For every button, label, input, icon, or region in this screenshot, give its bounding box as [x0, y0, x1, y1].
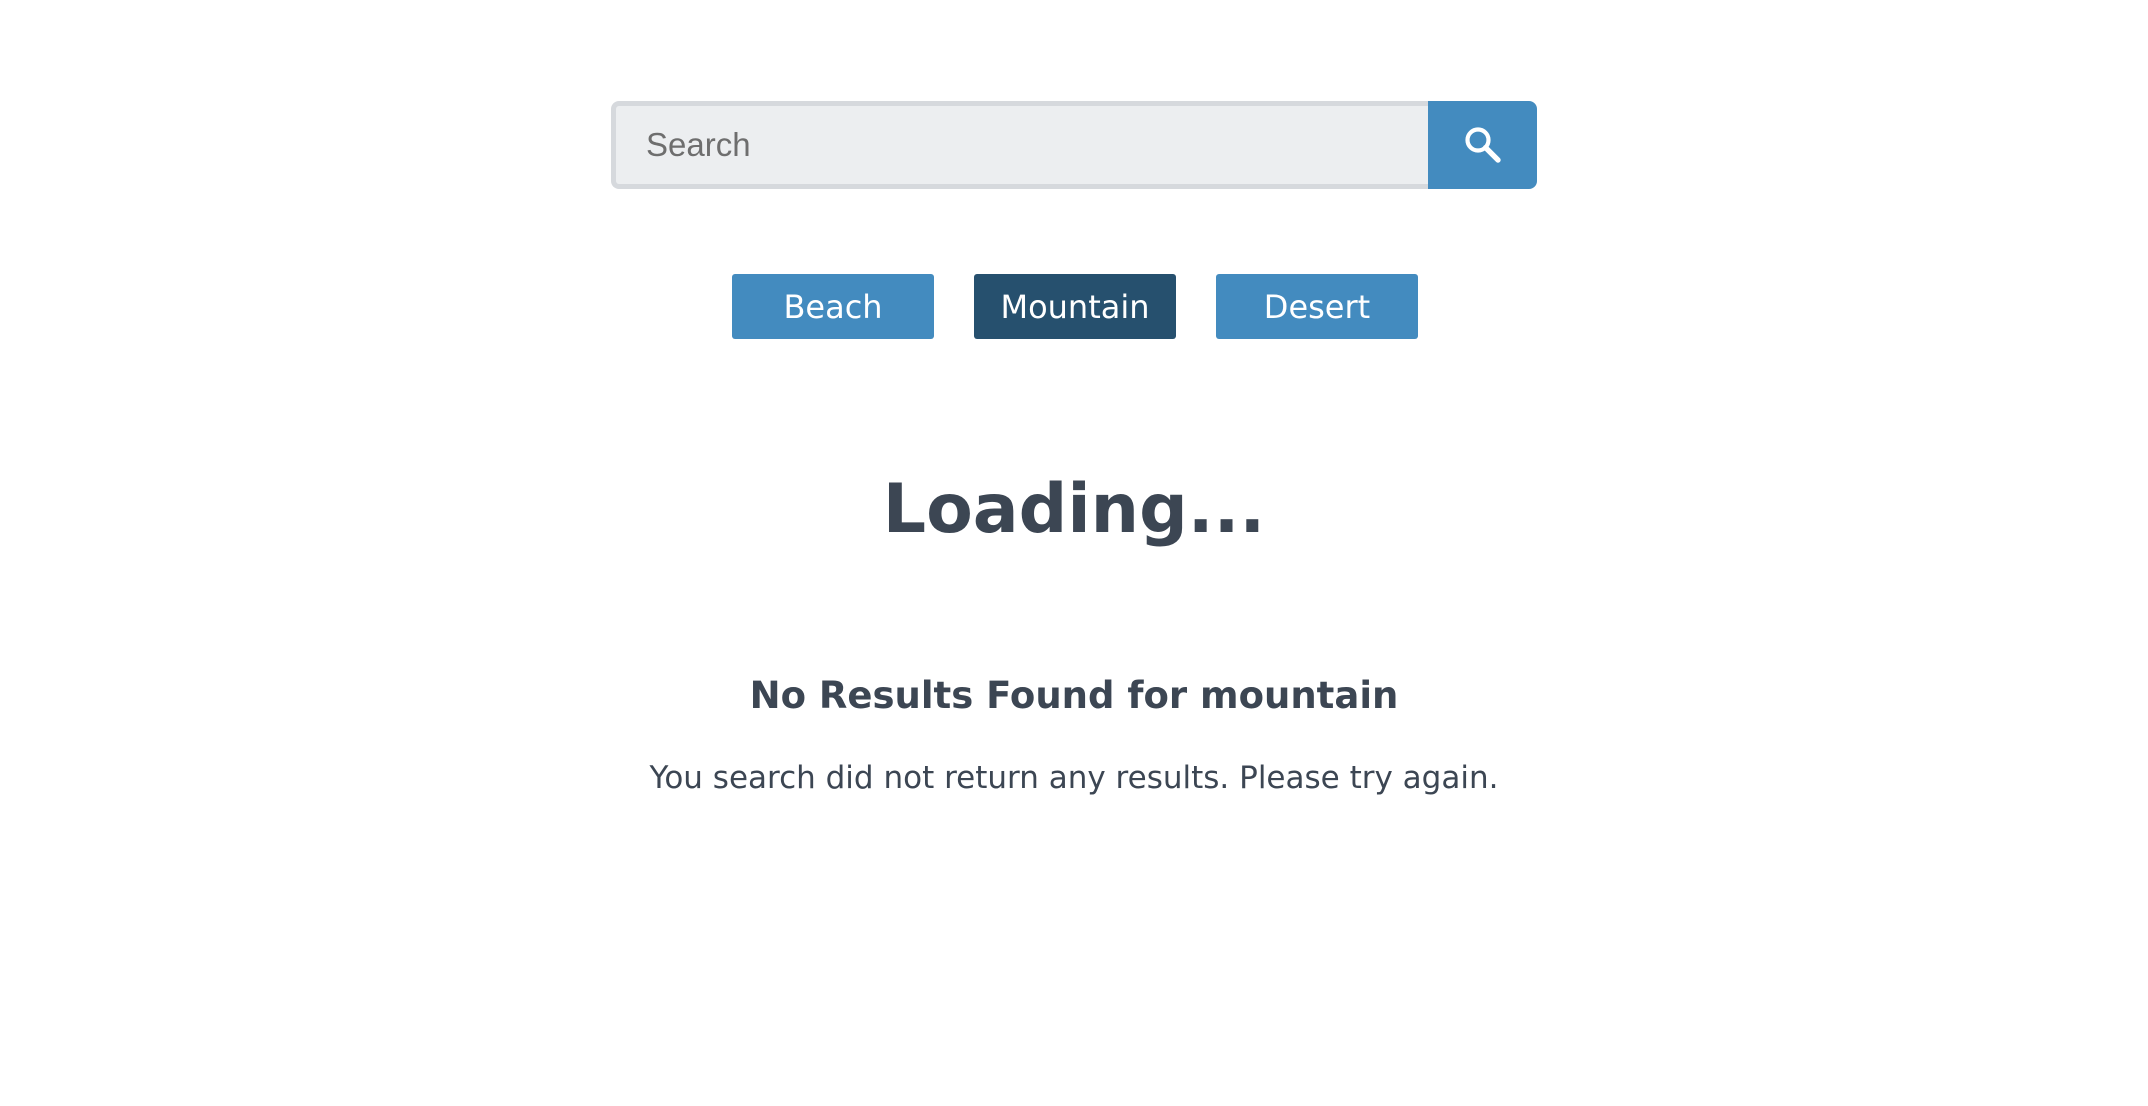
no-results-message: You search did not return any results. P… — [649, 760, 1499, 796]
search-icon — [1464, 127, 1501, 163]
filter-button-beach[interactable]: Beach — [732, 274, 934, 339]
search-input[interactable] — [611, 101, 1428, 189]
search-button[interactable] — [1428, 101, 1537, 189]
search-form — [611, 101, 1537, 189]
no-results-title: No Results Found for mountain — [749, 674, 1399, 717]
loading-heading: Loading... — [882, 470, 1266, 549]
filter-button-mountain[interactable]: Mountain — [974, 274, 1176, 339]
filter-button-desert[interactable]: Desert — [1216, 274, 1418, 339]
